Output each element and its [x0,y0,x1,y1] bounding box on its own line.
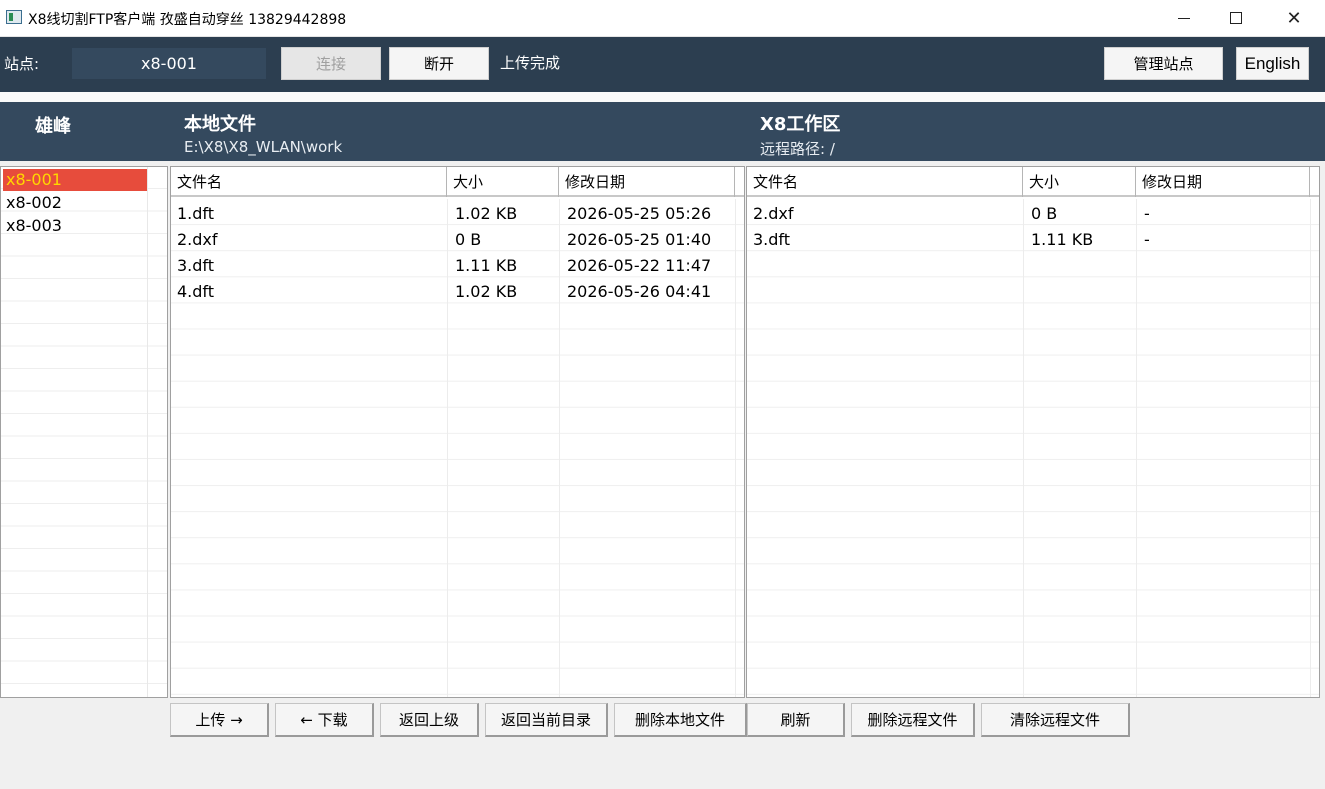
go-up-button[interactable]: 返回上级 [380,703,479,737]
site-select[interactable]: x8-001 [72,48,266,79]
column-header-filename[interactable]: 文件名 [747,167,1023,197]
title-bar: X8线切割FTP客户端 孜盛自动穿丝 13829442898 ✕ [0,0,1325,37]
column-divider [147,167,148,697]
disconnect-button[interactable]: 断开 [389,47,489,80]
language-button[interactable]: English [1236,47,1309,80]
remote-path: 远程路径: / [760,140,835,158]
separator [0,92,1325,102]
table-row[interactable]: 3.dft 1.11 KB 2026-05-22 11:47 [171,253,744,279]
column-divider [735,199,736,697]
station-item-x8-002[interactable]: x8-002 [3,192,147,214]
delete-remote-button[interactable]: 删除远程文件 [851,703,975,737]
brand-label: 雄峰 [35,116,71,137]
site-label: 站点: [4,55,40,73]
column-divider [559,199,560,697]
cell-filename: 4.dft [177,282,215,301]
column-header-size[interactable]: 大小 [1023,167,1136,197]
cell-filename: 3.dft [753,230,791,249]
column-divider [1023,199,1024,697]
table-row[interactable]: 4.dft 1.02 KB 2026-05-26 04:41 [171,279,744,305]
local-path: E:\X8\X8_WLAN\work [184,138,343,156]
clear-remote-button[interactable]: 清除远程文件 [981,703,1130,737]
cell-size: 1.11 KB [455,256,518,275]
download-button[interactable]: ← 下载 [275,703,374,737]
minimize-button[interactable] [1158,0,1210,36]
cell-filename: 2.dxf [753,204,794,223]
upload-button[interactable]: 上传 → [170,703,269,737]
column-divider [1136,199,1137,697]
refresh-button[interactable]: 刷新 [747,703,845,737]
column-header-size[interactable]: 大小 [447,167,559,197]
local-files-title: 本地文件 [184,114,256,135]
column-divider [447,199,448,697]
connect-button[interactable]: 连接 [281,47,381,80]
action-bar: 上传 → ← 下载 返回上级 返回当前目录 删除本地文件 刷新 删除远程文件 清… [0,698,1325,789]
remote-area-title: X8工作区 [760,114,841,135]
table-header: 文件名 大小 修改日期 [747,167,1319,197]
table-row[interactable]: 3.dft 1.11 KB - [747,227,1319,253]
table-row[interactable]: 1.dft 1.02 KB 2026-05-25 05:26 [171,201,744,227]
cell-filename: 1.dft [177,204,215,223]
maximize-icon [1230,12,1242,24]
cell-modified: 2026-05-25 01:40 [567,230,712,249]
cell-size: 1.11 KB [1031,230,1094,249]
maximize-button[interactable] [1210,0,1262,36]
table-body: 1.dft 1.02 KB 2026-05-25 05:26 2.dxf 0 B… [171,199,744,697]
window-title: X8线切割FTP客户端 孜盛自动穿丝 13829442898 [28,12,347,28]
table-row[interactable]: 2.dxf 0 B 2026-05-25 01:40 [171,227,744,253]
remote-file-table[interactable]: 文件名 大小 修改日期 2.dxf 0 B - 3.dft 1.11 KB - [746,166,1320,698]
go-current-dir-button[interactable]: 返回当前目录 [485,703,608,737]
table-row[interactable]: 2.dxf 0 B - [747,201,1319,227]
minimize-icon [1178,17,1190,19]
delete-local-button[interactable]: 删除本地文件 [614,703,747,737]
column-header-filename[interactable]: 文件名 [171,167,447,197]
section-header: 雄峰 本地文件 E:\X8\X8_WLAN\work X8工作区 远程路径: / [0,102,1325,161]
station-list[interactable]: x8-001 x8-002 x8-003 [0,166,168,698]
cell-modified: 2026-05-22 11:47 [567,256,712,275]
app-icon [6,10,22,24]
cell-size: 0 B [455,230,482,249]
station-item-x8-001[interactable]: x8-001 [3,169,147,191]
column-header-modified[interactable]: 修改日期 [559,167,735,197]
cell-modified: - [1144,230,1150,249]
cell-filename: 2.dxf [177,230,218,249]
table-body: 2.dxf 0 B - 3.dft 1.11 KB - [747,199,1319,697]
local-file-table[interactable]: 文件名 大小 修改日期 1.dft 1.02 KB 2026-05-25 05:… [170,166,745,698]
manage-sites-button[interactable]: 管理站点 [1104,47,1223,80]
cell-size: 1.02 KB [455,282,518,301]
cell-size: 1.02 KB [455,204,518,223]
cell-modified: 2026-05-26 04:41 [567,282,712,301]
table-header: 文件名 大小 修改日期 [171,167,744,197]
close-button[interactable]: ✕ [1268,0,1320,36]
status-text: 上传完成 [500,54,561,72]
cell-modified: - [1144,204,1150,223]
cell-modified: 2026-05-25 05:26 [567,204,712,223]
cell-filename: 3.dft [177,256,215,275]
station-item-x8-003[interactable]: x8-003 [3,215,147,237]
close-icon: ✕ [1286,7,1302,29]
column-divider [1310,199,1311,697]
toolbar: 站点: x8-001 连接 断开 上传完成 管理站点 English [0,37,1325,92]
column-header-modified[interactable]: 修改日期 [1136,167,1310,197]
cell-size: 0 B [1031,204,1058,223]
